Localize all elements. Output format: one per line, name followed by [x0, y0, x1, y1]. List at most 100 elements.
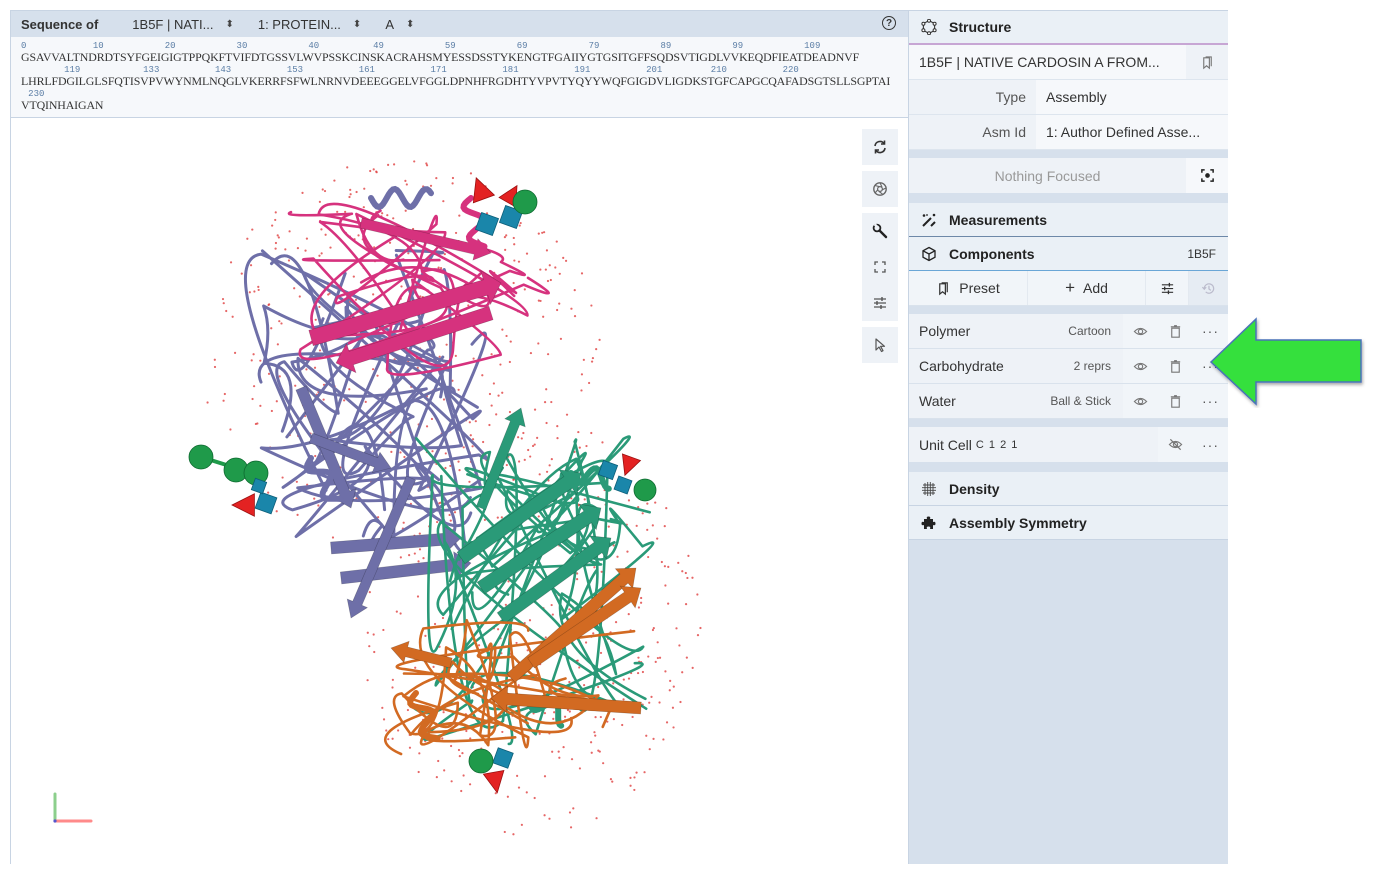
residue-sequence[interactable]: GSAVVALTNDRDTSYFGEIGIGTPPQKFTVIFDTGSSVLW… [21, 50, 859, 65]
structure-name-row[interactable]: 1B5F | NATIVE CARDOSIN A FROM... [909, 45, 1228, 80]
chain-a-helix [368, 185, 434, 211]
bookmark-button[interactable] [1186, 45, 1228, 79]
component-label: Water [919, 393, 956, 409]
3d-viewport[interactable] [11, 118, 908, 864]
water-molecule [462, 446, 465, 449]
chain-select[interactable]: A ⬍ [385, 17, 414, 32]
focus-target-button[interactable] [1186, 158, 1228, 193]
expand-icon [874, 261, 886, 273]
unit-cell-name[interactable]: Unit Cell C 1 2 1 [909, 427, 1158, 462]
water-molecule [543, 814, 546, 817]
water-molecule [595, 817, 598, 820]
water-molecule [553, 711, 556, 714]
water-molecule [321, 188, 324, 191]
molecule-canvas[interactable] [11, 118, 908, 864]
water-molecule [405, 183, 408, 186]
water-molecule [585, 444, 588, 448]
sequence-body[interactable]: 0 10 20 30 40 49 59 69 79 89 99 109 GSAVVALTNDRDTSYF… [11, 37, 908, 113]
water-molecule [442, 398, 446, 401]
assembly-symmetry-section-header[interactable]: Assembly Symmetry [909, 506, 1228, 540]
visibility-toggle[interactable] [1123, 349, 1158, 383]
visibility-toggle[interactable] [1158, 427, 1193, 462]
water-molecule [543, 231, 546, 234]
water-molecule [665, 721, 669, 724]
history-icon [1201, 282, 1215, 294]
water-molecule [517, 786, 521, 789]
water-molecule [667, 602, 670, 605]
water-molecule [454, 354, 457, 357]
delete-button[interactable] [1158, 349, 1193, 383]
settings-button[interactable] [862, 285, 898, 321]
water-molecule [222, 302, 225, 305]
water-molecule [523, 288, 526, 291]
component-name[interactable]: Water [909, 384, 1050, 418]
controls-button[interactable] [862, 213, 898, 249]
component-name[interactable]: Polymer [909, 314, 1068, 348]
water-molecule [696, 633, 700, 637]
water-molecule [636, 671, 640, 675]
delete-button[interactable] [1158, 314, 1193, 348]
water-molecule [240, 272, 243, 275]
water-molecule [276, 234, 279, 237]
structure-select[interactable]: 1B5F | NATI... ⬍ [132, 17, 234, 32]
expand-button[interactable] [862, 249, 898, 285]
water-molecule [346, 166, 349, 169]
water-molecule [546, 279, 550, 283]
component-name[interactable]: Carbohydrate [909, 349, 1074, 383]
measurements-section-header[interactable]: Measurements [909, 203, 1228, 237]
water-molecule [671, 706, 675, 709]
preset-label: Preset [959, 280, 1000, 296]
undo-history-button[interactable] [1189, 271, 1228, 305]
help-circle-icon[interactable]: ? [882, 16, 896, 30]
water-molecule [318, 305, 321, 309]
water-molecule [635, 771, 638, 774]
water-molecule [594, 716, 597, 719]
water-molecule [284, 248, 287, 251]
component-repr[interactable]: 2 reprs [1074, 359, 1123, 373]
water-molecule [584, 641, 588, 644]
residue-sequence[interactable]: LHRLFDGILGLSFQTISVPVWYNMLNQGLVKERRFSFWLN… [21, 74, 890, 89]
water-molecule [206, 401, 209, 404]
water-molecule [495, 413, 498, 416]
water-molecule [576, 578, 579, 581]
asm-id-value[interactable]: 1: Author Defined Asse... [1036, 115, 1228, 149]
reset-camera-button[interactable] [862, 129, 898, 165]
residue-sequence[interactable]: VTQINHAIGAN [21, 98, 103, 113]
glycan-cone [231, 493, 255, 517]
water-molecule [354, 298, 358, 301]
visibility-toggle[interactable] [1123, 384, 1158, 418]
trash-icon [1170, 359, 1181, 373]
type-value[interactable]: Assembly [1036, 80, 1228, 114]
water-molecule [274, 241, 278, 245]
water-molecule [253, 290, 256, 293]
water-molecule [381, 706, 384, 709]
eye-icon [1133, 397, 1148, 405]
screenshot-button[interactable] [862, 171, 898, 207]
component-repr[interactable]: Ball & Stick [1050, 394, 1123, 408]
visibility-toggle[interactable] [1123, 314, 1158, 348]
water-molecule [404, 209, 407, 212]
entity-select[interactable]: 1: PROTEIN... ⬍ [258, 17, 361, 32]
component-repr[interactable]: Cartoon [1068, 324, 1123, 338]
water-molecule [392, 217, 395, 220]
preset-button[interactable]: Preset [909, 271, 1028, 305]
add-component-button[interactable]: + Add [1028, 271, 1146, 305]
more-options-button[interactable]: ··· [1193, 427, 1228, 462]
water-molecule [533, 408, 537, 411]
density-section-header[interactable]: Density [909, 472, 1228, 506]
water-molecule [386, 214, 389, 217]
water-molecule [658, 656, 662, 659]
water-molecule [548, 464, 551, 467]
components-section-header[interactable]: Components 1B5F [909, 237, 1228, 271]
water-molecule [458, 468, 461, 472]
component-options-button[interactable] [1146, 271, 1189, 305]
delete-button[interactable] [1158, 384, 1193, 418]
water-molecule [512, 236, 515, 240]
water-molecule [699, 626, 702, 630]
structure-section-header[interactable]: Structure [909, 11, 1228, 45]
water-molecule [229, 261, 233, 264]
sequence-title: Sequence of [21, 16, 99, 32]
water-molecule [348, 195, 351, 199]
cube-icon [919, 246, 939, 262]
selection-mode-button[interactable] [862, 327, 898, 363]
